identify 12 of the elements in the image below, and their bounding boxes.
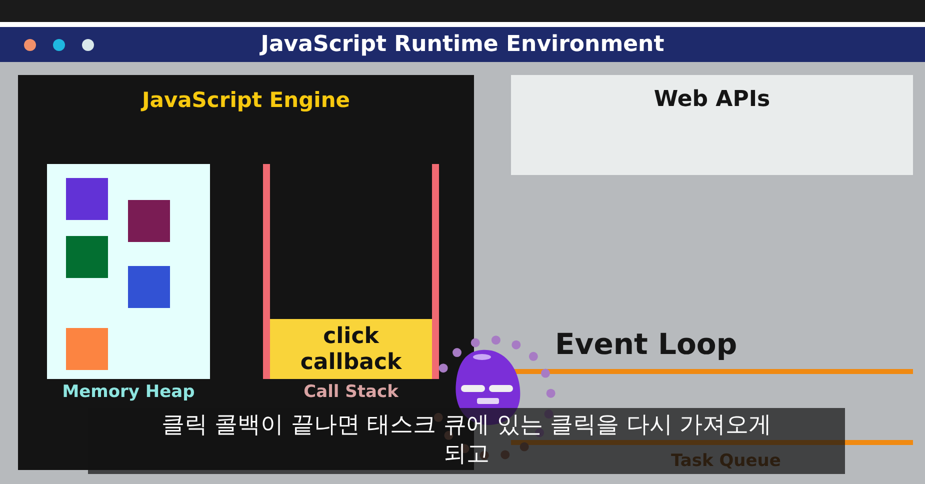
- web-apis-title: Web APIs: [654, 87, 770, 112]
- engine-title: JavaScript Engine: [142, 88, 350, 112]
- event-loop-label: Event Loop: [555, 327, 738, 361]
- window-control-dot[interactable]: [82, 38, 94, 50]
- subtitle-line: 되고: [444, 440, 490, 469]
- memory-heap-label: Memory Heap: [62, 382, 195, 402]
- stack-frame: click callback: [270, 319, 432, 379]
- window-title: JavaScript Runtime Environment: [260, 32, 664, 57]
- window-control-dot[interactable]: [24, 38, 36, 50]
- subtitle-line: 클릭 콜백이 끝나면 태스크 큐에 있는 클릭을 다시 가져오게: [161, 411, 772, 440]
- window-control-dot[interactable]: [53, 38, 65, 50]
- call-stack-label: Call Stack: [304, 382, 398, 402]
